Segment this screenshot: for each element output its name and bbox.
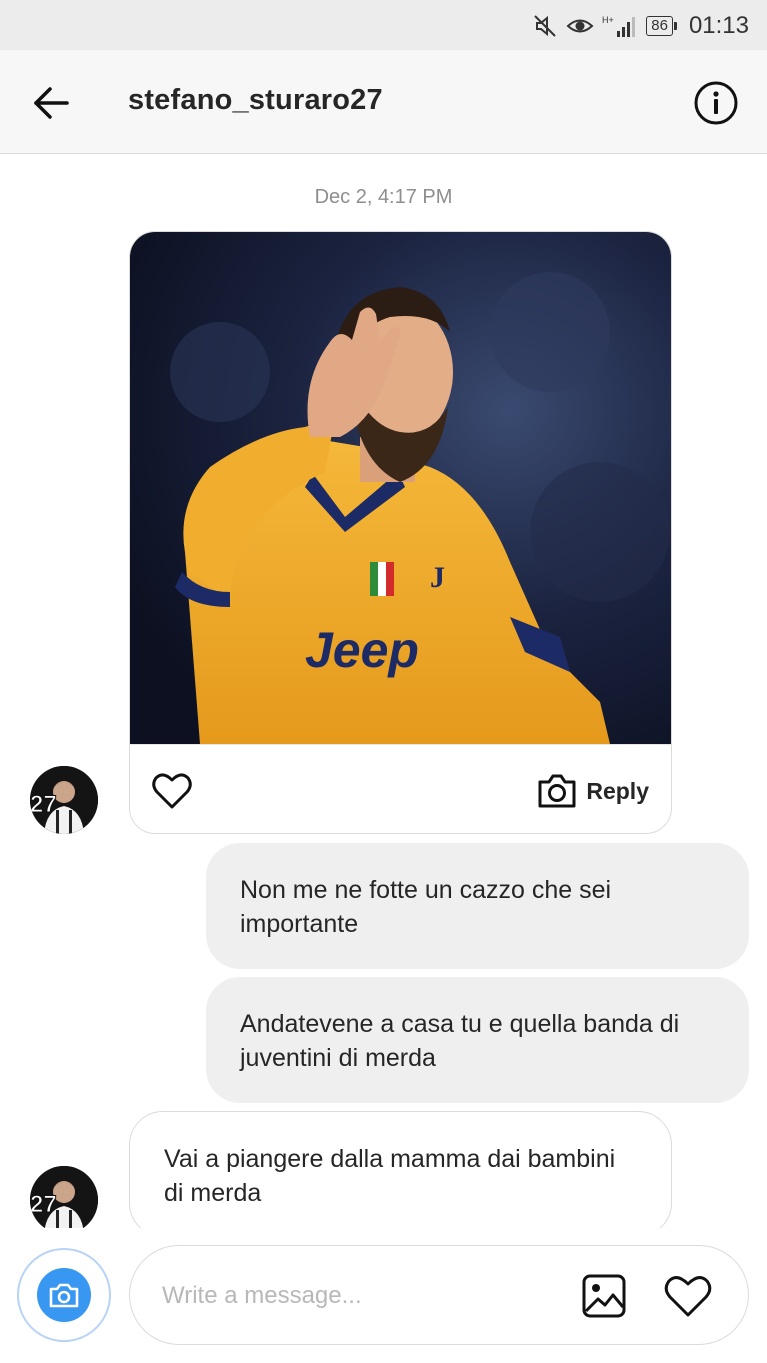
- message-timestamp: Dec 2, 4:17 PM: [314, 186, 453, 208]
- message-bubble-outgoing[interactable]: Non me ne fotte un cazzo che sei importa…: [206, 843, 749, 969]
- reply-button[interactable]: Reply: [536, 771, 649, 811]
- like-message-button[interactable]: [662, 1272, 714, 1320]
- back-arrow-icon: [34, 87, 69, 119]
- sender-avatar[interactable]: 27: [30, 766, 98, 834]
- gallery-icon: [582, 1274, 626, 1318]
- battery-level: 86: [646, 16, 673, 36]
- svg-text:27: 27: [30, 1191, 57, 1218]
- sender-avatar[interactable]: 27: [30, 1166, 98, 1234]
- status-icons: H+ 86 01:13: [532, 10, 749, 42]
- camera-button[interactable]: [17, 1248, 111, 1342]
- status-bar: H+ 86 01:13: [0, 0, 767, 50]
- message-composer: [129, 1245, 749, 1345]
- chat-header: stefano_sturaro27: [0, 50, 767, 154]
- heart-icon: [152, 773, 192, 809]
- svg-text:J: J: [430, 561, 445, 594]
- clock: 01:13: [688, 12, 749, 39]
- jersey-sponsor-text: Jeep: [305, 622, 419, 678]
- heart-icon: [664, 1276, 712, 1317]
- svg-text:H+: H+: [602, 15, 614, 25]
- shared-post-card[interactable]: J Jeep Reply: [129, 231, 672, 834]
- camera-icon: [538, 774, 576, 808]
- battery-icon: 86: [646, 16, 677, 36]
- message-bubble-outgoing[interactable]: Andatevene a casa tu e quella banda di j…: [206, 977, 749, 1103]
- message-text: Non me ne fotte un cazzo che sei importa…: [240, 876, 612, 938]
- message-text: Andatevene a casa tu e quella banda di j…: [240, 1010, 680, 1072]
- message-text: Vai a piangere dalla mamma dai bambini d…: [164, 1145, 616, 1207]
- info-icon: [694, 81, 738, 125]
- camera-icon: [49, 1283, 79, 1308]
- like-button[interactable]: [150, 771, 194, 811]
- conversation-username[interactable]: stefano_sturaro27: [128, 84, 383, 117]
- reply-label: Reply: [586, 777, 649, 804]
- message-input[interactable]: [162, 1276, 562, 1316]
- shared-post-image[interactable]: J Jeep: [130, 232, 671, 744]
- eye-icon: [566, 15, 594, 37]
- gallery-button[interactable]: [580, 1272, 628, 1320]
- message-bubble-incoming[interactable]: Vai a piangere dalla mamma dai bambini d…: [129, 1111, 672, 1237]
- info-button[interactable]: [693, 80, 739, 126]
- signal-icon: H+: [602, 13, 638, 39]
- shared-post-footer: Reply: [130, 744, 671, 833]
- mute-icon: [532, 13, 558, 39]
- back-button[interactable]: [30, 82, 72, 124]
- svg-text:27: 27: [30, 791, 57, 818]
